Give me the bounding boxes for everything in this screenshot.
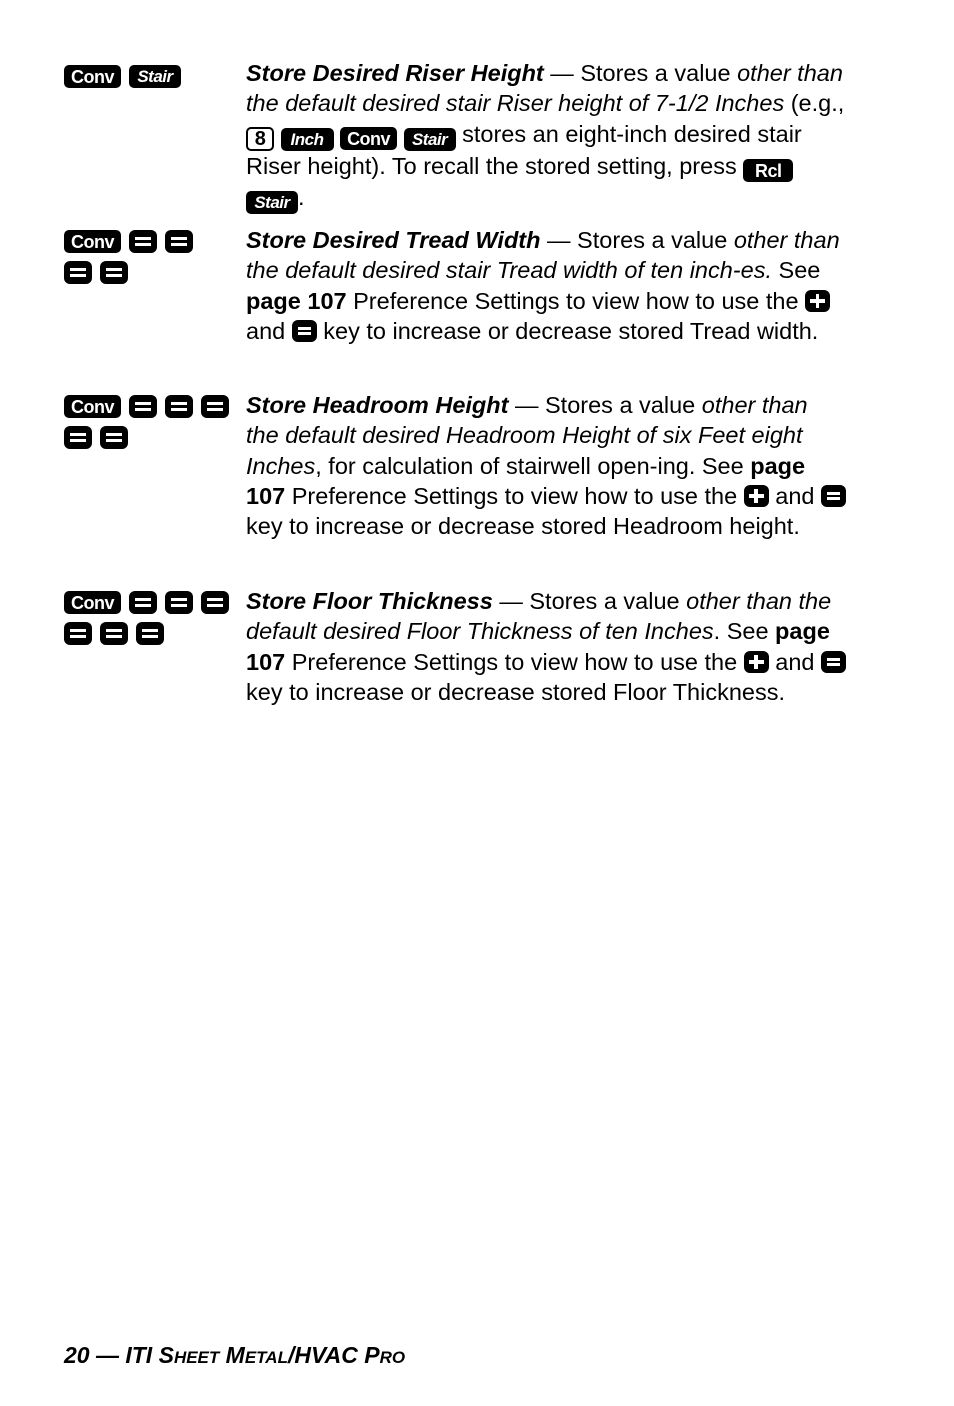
minus-key-icon [165,230,193,253]
eight-key-icon: 8 [246,126,274,151]
minus-key-icon [821,650,847,673]
entry-description: Store Floor Thickness — Stores a value o… [246,586,847,707]
conv-key-icon: Conv [64,591,121,614]
page-footer: 20 — ITI SHEET METAL/HVAC PRO [64,1342,406,1368]
inch-key-icon: Inch [280,127,334,151]
minus-key-icon [129,230,157,253]
entry-title: Store Desired Tread Width [246,227,541,253]
stair-key-icon: Stair [403,127,456,151]
page-reference: page 107 [246,287,347,314]
minus-key-icon [821,484,847,507]
entry-description: Store Desired Tread Width — Stores a val… [246,227,840,344]
key-sequence: Conv [64,230,204,284]
minus-key-icon [129,591,157,614]
minus-key-icon [100,426,128,449]
minus-key-icon [64,261,92,284]
conv-key-icon: Conv [340,127,398,151]
entry-title: Store Floor Thickness [246,588,493,614]
plus-key-icon [743,650,769,673]
plus-key-icon [805,289,831,312]
minus-key-icon [100,622,128,645]
minus-key-icon [100,261,128,284]
rcl-key-icon: Rcl [743,159,794,183]
minus-key-icon [129,395,157,418]
minus-key-icon [136,622,164,645]
key-sequence: Conv Stair [64,65,236,88]
key-sequence: Conv [64,591,236,645]
minus-key-icon [201,395,229,418]
key-sequence: Conv [64,395,236,449]
minus-key-icon [291,319,317,342]
plus-key-icon [743,484,769,507]
minus-key-icon [165,395,193,418]
conv-key-icon: Conv [64,395,121,418]
entry-title: Store Desired Riser Height [246,60,544,86]
entry-title: Store Headroom Height [246,392,509,418]
minus-key-icon [64,426,92,449]
minus-key-icon [64,622,92,645]
entry-description: Store Headroom Height — Stores a value o… [246,390,847,541]
conv-key-icon: Conv [64,230,121,253]
minus-key-icon [201,591,229,614]
stair-key-icon: Stair [129,65,181,88]
entry-description: Store Desired Riser Height — Stores a va… [246,60,845,215]
conv-key-icon: Conv [64,65,121,88]
stair-key-icon: Stair [246,191,298,215]
minus-key-icon [165,591,193,614]
